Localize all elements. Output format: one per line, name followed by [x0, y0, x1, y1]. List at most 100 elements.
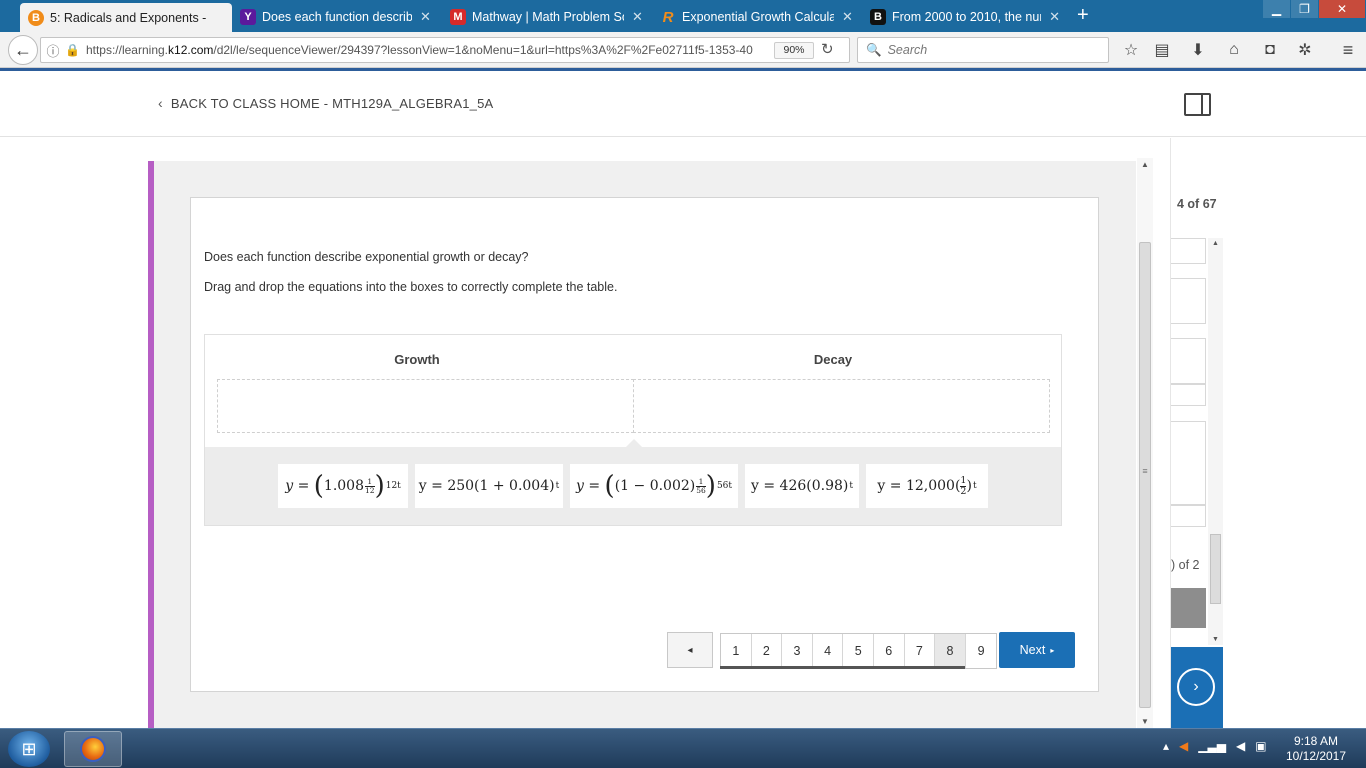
close-window-icon[interactable]: ✕ [1319, 0, 1365, 18]
page-button-5[interactable]: 5 [843, 634, 874, 668]
menu-hamburger-icon[interactable]: ≡ [1336, 38, 1360, 62]
page-button-2[interactable]: 2 [752, 634, 783, 668]
tab-title: Does each function describe [262, 10, 412, 24]
page-header: ‹ BACK TO CLASS HOME - MTH129A_ALGEBRA1_… [0, 71, 1366, 137]
network-signal-icon[interactable]: ▁▃▅ [1198, 739, 1226, 753]
download-icon[interactable]: ⬇ [1186, 38, 1210, 62]
tab-title: Exponential Growth Calculato [682, 10, 834, 24]
side-panel: 4 of 67 ) of 2 ▲ ▼ › [1170, 138, 1223, 728]
browser-tab-bar: B 5: Radicals and Exponents - M Y Does e… [0, 0, 1366, 32]
equation-chip[interactable]: y = ((1 − 0.002) 1 56) 56t [570, 464, 738, 508]
tab-radicals-exponents[interactable]: B 5: Radicals and Exponents - M [20, 3, 232, 32]
play-triangle-icon: ▸ [1050, 645, 1055, 655]
previous-page-button[interactable]: ◂ [667, 632, 713, 668]
page-button-6[interactable]: 6 [874, 634, 905, 668]
drag-drop-table: Growth Decay y = (1.008 1 12) 12t y = 250(1… [204, 334, 1062, 526]
page-button-1[interactable]: 1 [721, 634, 752, 668]
search-input[interactable]: 🔍 Search [857, 37, 1109, 63]
scroll-up-arrow-icon[interactable]: ▲ [1208, 240, 1223, 247]
system-tray: ▴ ◀ ▁▃▅ ◀ ▣ [1163, 739, 1267, 753]
scroll-grip-icon: ≡ [1142, 466, 1148, 476]
windows-taskbar: ⊞ ▴ ◀ ▁▃▅ ◀ ▣ 9:18 AM 10/12/2017 [0, 728, 1366, 768]
firefox-taskbar-button[interactable] [64, 731, 122, 767]
side-panel-scrollbar[interactable]: ▲ ▼ [1208, 238, 1223, 645]
page-button-9[interactable]: 9 [966, 634, 997, 668]
close-tab-icon[interactable]: ✕ [1049, 9, 1060, 25]
pocket-icon[interactable]: ◘ [1258, 38, 1282, 62]
equation-chip[interactable]: y = 250(1 + 0.004) t [415, 464, 563, 508]
scrollbar-thumb[interactable] [1210, 534, 1221, 604]
question-card: Does each function describe exponential … [190, 197, 1099, 692]
panel-item[interactable] [1171, 421, 1206, 505]
windows-start-icon[interactable]: ⊞ [8, 731, 50, 767]
close-tab-icon[interactable]: ✕ [420, 9, 431, 25]
taskbar-clock[interactable]: 9:18 AM 10/12/2017 [1285, 734, 1347, 764]
next-button[interactable]: Next ▸ [999, 632, 1075, 668]
navigation-bar: ← ⓘ 🔒 https://learning.k12.com/d2l/le/se… [0, 32, 1366, 68]
new-tab-plus-icon[interactable]: + [1077, 5, 1089, 25]
panel-item[interactable] [1171, 505, 1206, 527]
url-text: https://learning.k12.com/d2l/le/sequence… [85, 43, 753, 57]
panel-item[interactable] [1171, 238, 1206, 264]
equation-tray: y = (1.008 1 12) 12t y = 250(1 + 0.004) t y … [205, 447, 1061, 525]
close-tab-icon[interactable]: ✕ [632, 9, 643, 25]
equation-chip[interactable]: y = 426(0.98) t [745, 464, 859, 508]
scroll-up-arrow-icon[interactable]: ▲ [1137, 160, 1153, 169]
back-to-class-home-link[interactable]: ‹ BACK TO CLASS HOME - MTH129A_ALGEBRA1_… [158, 95, 493, 111]
bookmark-star-icon[interactable]: ☆ [1119, 38, 1143, 62]
zoom-level-badge[interactable]: 90% [774, 42, 814, 59]
page-button-3[interactable]: 3 [782, 634, 813, 668]
panel-item[interactable] [1171, 338, 1206, 384]
panel-item[interactable] [1171, 384, 1206, 406]
page-button-8-current[interactable]: 8 [935, 634, 966, 669]
growth-drop-zone[interactable] [217, 379, 634, 433]
lock-icon: 🔒 [65, 43, 80, 57]
page-button-4[interactable]: 4 [813, 634, 844, 668]
back-arrow-icon[interactable]: ← [8, 35, 38, 65]
address-bar[interactable]: ⓘ 🔒 https://learning.k12.com/d2l/le/sequ… [40, 37, 850, 63]
growth-column-header: Growth [394, 352, 440, 367]
equation-chip[interactable]: y = 12,000(1 2) t [866, 464, 988, 508]
chevron-right-circle-icon[interactable]: › [1177, 668, 1215, 706]
panel-partial-count: ) of 2 [1171, 558, 1200, 572]
tab-title: Mathway | Math Problem Sol [472, 10, 624, 24]
equation-chip[interactable]: y = (1.008 1 12) 12t [278, 464, 408, 508]
tab-mathway[interactable]: M Mathway | Math Problem Sol ✕ [442, 4, 652, 30]
tray-expand-icon[interactable]: ▴ [1163, 739, 1169, 753]
brainly-favicon-icon: B [870, 9, 886, 25]
tab-exponential-calculator[interactable]: R Exponential Growth Calculato ✕ [652, 4, 862, 30]
home-icon[interactable]: ⌂ [1222, 38, 1246, 62]
search-placeholder: Search [887, 43, 928, 57]
minimize-icon[interactable]: ▁ [1263, 0, 1290, 18]
scroll-down-arrow-icon[interactable]: ▼ [1137, 717, 1153, 726]
action-center-icon[interactable]: ▣ [1255, 739, 1266, 753]
viewer-scrollbar[interactable]: ▲ ≡ ▼ [1137, 158, 1153, 728]
tab-yahoo-question[interactable]: Y Does each function describe ✕ [232, 4, 442, 30]
extension-icon[interactable]: ✲ [1293, 38, 1317, 62]
clock-time: 9:18 AM [1293, 734, 1339, 748]
page-button-7[interactable]: 7 [905, 634, 936, 668]
question-instructions: Drag and drop the equations into the box… [204, 280, 618, 294]
volume-icon[interactable]: ◀ [1236, 739, 1245, 753]
decay-column-header: Decay [813, 352, 853, 367]
maximize-icon[interactable]: ❐ [1291, 0, 1318, 18]
panel-next-area: › [1171, 647, 1223, 728]
decay-drop-zone[interactable] [633, 379, 1050, 433]
panel-gray-block [1171, 588, 1206, 628]
toggle-panel-icon[interactable] [1184, 93, 1211, 116]
tab-title: 5: Radicals and Exponents - M [50, 10, 210, 25]
scroll-down-arrow-icon[interactable]: ▼ [1208, 636, 1223, 643]
back-link-label: BACK TO CLASS HOME - MTH129A_ALGEBRA1_5A [170, 95, 494, 111]
pager-progress-bar [720, 666, 965, 669]
panel-item[interactable] [1171, 278, 1206, 324]
tab-brainly-question[interactable]: B From 2000 to 2010, the numb ✕ [862, 4, 1068, 30]
question-prompt: Does each function describe exponential … [204, 250, 529, 264]
reload-icon[interactable]: ↻ [821, 40, 834, 58]
page-number-list: 1 2 3 4 5 6 7 8 9 [720, 633, 998, 669]
speaker-warning-icon[interactable]: ◀ [1179, 739, 1188, 753]
info-icon[interactable]: ⓘ [41, 41, 65, 60]
search-icon: 🔍 [866, 42, 882, 57]
yahoo-favicon-icon: Y [240, 9, 256, 25]
reading-list-icon[interactable]: ▤ [1150, 38, 1174, 62]
close-tab-icon[interactable]: ✕ [842, 9, 853, 25]
